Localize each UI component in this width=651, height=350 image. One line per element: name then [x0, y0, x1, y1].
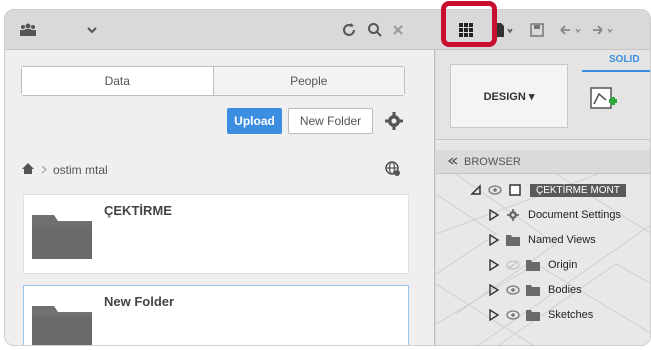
browser-item-label: Document Settings	[528, 209, 621, 221]
folder-name: New Folder	[104, 294, 175, 309]
browser-root-label: ÇEKTİRME MONT	[530, 183, 626, 197]
expand-triangle-icon[interactable]	[488, 309, 500, 321]
browser-item-bodies[interactable]: Bodies	[488, 278, 582, 302]
browser-panel: BROWSER ÇEKTİRME MONT Document Settings …	[436, 150, 650, 345]
save-icon[interactable]	[530, 20, 544, 40]
browser-item-named-views[interactable]: Named Views	[488, 228, 596, 252]
breadcrumb-project[interactable]: ostim mtal	[53, 163, 108, 177]
browser-item-label: Bodies	[548, 284, 582, 296]
gear-icon	[507, 209, 519, 221]
design-workspace: DESIGN ▾ SOLID BROWSER ÇEKTİRME MONT Doc…	[436, 50, 650, 345]
folder-icon	[526, 260, 540, 271]
browser-item-label: Sketches	[548, 309, 594, 321]
expand-triangle-icon[interactable]	[488, 209, 500, 221]
create-sketch-icon[interactable]	[589, 86, 617, 114]
component-icon	[509, 184, 521, 196]
chevron-down-icon[interactable]	[87, 20, 97, 40]
workspace-switcher-button[interactable]: DESIGN ▾	[450, 64, 568, 128]
collapse-icon[interactable]	[447, 156, 458, 168]
refresh-icon[interactable]	[340, 20, 358, 40]
browser-item-document-settings[interactable]: Document Settings	[488, 203, 621, 227]
tab-data[interactable]: Data	[22, 67, 213, 95]
visibility-eye-icon[interactable]	[506, 285, 520, 295]
team-icon[interactable]	[19, 20, 37, 40]
folder-icon	[526, 285, 540, 296]
breadcrumb: ostim mtal	[21, 162, 108, 178]
tab-solid[interactable]: SOLID	[609, 54, 640, 65]
callout-highlight	[441, 1, 497, 47]
undo-icon[interactable]	[558, 20, 584, 40]
browser-item-label: Named Views	[528, 234, 596, 246]
visibility-eye-icon[interactable]	[488, 185, 502, 195]
data-people-tabs: Data People	[21, 66, 405, 96]
hidden-eye-icon[interactable]	[506, 260, 520, 270]
redo-icon[interactable]	[590, 20, 616, 40]
ribbon: DESIGN ▾ SOLID	[436, 50, 650, 140]
search-icon[interactable]	[367, 20, 383, 40]
browser-header[interactable]: BROWSER	[436, 150, 650, 174]
browser-item-origin[interactable]: Origin	[488, 253, 577, 277]
top-toolbar	[5, 10, 650, 50]
browser-item-label: Origin	[548, 259, 578, 271]
settings-gear-icon[interactable]	[384, 111, 404, 131]
browser-title: BROWSER	[464, 155, 521, 168]
expand-triangle-icon[interactable]	[488, 259, 500, 271]
tab-underline	[582, 70, 650, 72]
browser-root-row[interactable]: ÇEKTİRME MONT	[470, 178, 626, 202]
chevron-right-icon	[41, 163, 47, 177]
expand-triangle-icon[interactable]	[488, 234, 500, 246]
folder-icon	[526, 310, 540, 321]
globe-settings-icon[interactable]	[384, 160, 402, 178]
folder-card[interactable]: New Folder	[23, 285, 409, 345]
folder-icon	[32, 302, 92, 345]
data-panel: Data People Upload New Folder ostim mtal…	[5, 50, 435, 345]
folder-icon	[506, 235, 520, 246]
folder-icon	[32, 211, 92, 259]
folder-name: ÇEKTİRME	[104, 203, 172, 218]
browser-item-sketches[interactable]: Sketches	[488, 303, 593, 327]
expand-triangle-icon[interactable]	[488, 284, 500, 296]
new-folder-button[interactable]: New Folder	[288, 108, 373, 134]
expand-triangle-icon[interactable]	[470, 184, 482, 196]
close-icon[interactable]	[393, 20, 403, 40]
folder-card[interactable]: ÇEKTİRME	[23, 194, 409, 274]
visibility-eye-icon[interactable]	[506, 310, 520, 320]
upload-button[interactable]: Upload	[227, 108, 282, 134]
app-window: Data People Upload New Folder ostim mtal…	[4, 9, 651, 346]
tab-people[interactable]: People	[212, 67, 404, 95]
home-icon[interactable]	[21, 162, 35, 178]
